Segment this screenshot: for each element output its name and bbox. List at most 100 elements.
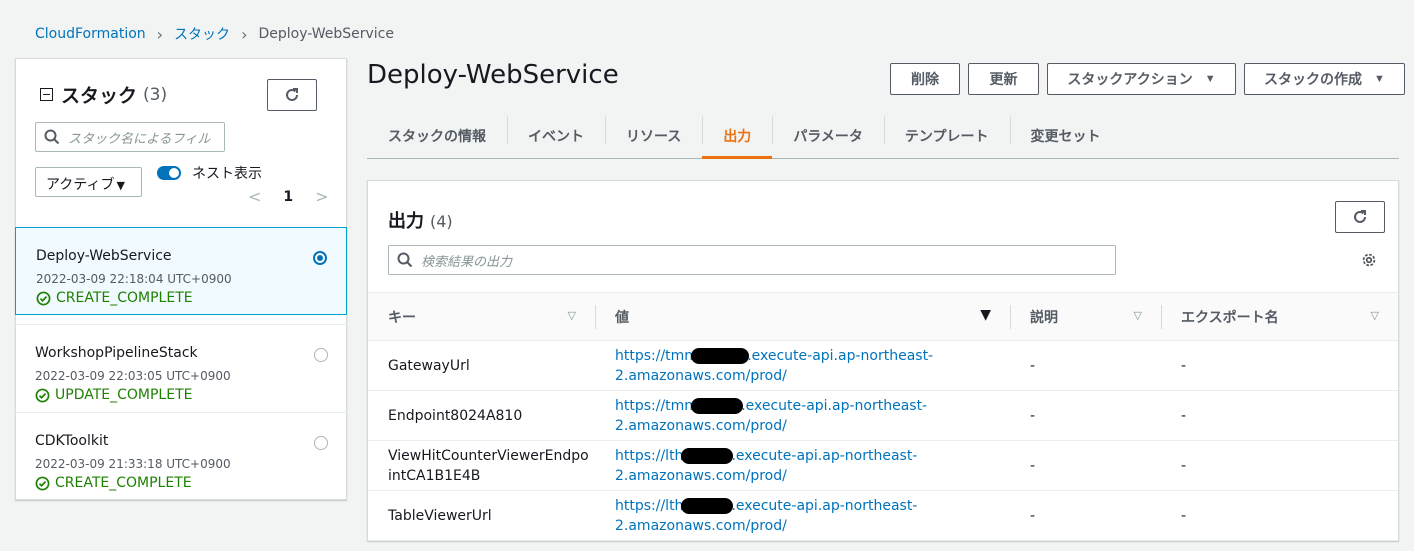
toggle-switch[interactable]: [157, 166, 181, 180]
value-prefix: https://tmn: [615, 397, 694, 414]
column-header-value[interactable]: 値 ▼: [595, 292, 1010, 341]
redaction-mark: [681, 447, 734, 464]
output-description: -: [1010, 340, 1161, 391]
stacks-panel-title: スタック: [61, 85, 138, 107]
column-header-description[interactable]: 説明 ▽: [1010, 292, 1161, 341]
table-row: GatewayUrl https://tmn .execute-api.ap-no…: [368, 340, 1398, 391]
tab-parameters[interactable]: パラメータ: [772, 113, 884, 159]
column-description-label: 説明: [1030, 309, 1058, 326]
stack-search-placeholder: スタック名によるフィル: [68, 131, 211, 147]
output-export: -: [1161, 390, 1398, 441]
value-line2: 2.amazonaws.com/prod/: [615, 417, 787, 434]
search-icon: [397, 252, 413, 268]
outputs-search-placeholder: 検索結果の出力: [421, 254, 513, 270]
stack-list-item[interactable]: CDKToolkit 2022-03-09 21:33:18 UTC+0900 …: [15, 412, 347, 500]
delete-button[interactable]: 削除: [890, 63, 960, 95]
output-value[interactable]: https://tmn .execute-api.ap-northeast- 2.a…: [595, 340, 1010, 391]
redaction-mark: [691, 347, 750, 364]
stacks-refresh-button[interactable]: [267, 79, 317, 111]
table-row: TableViewerUrl https://lth .execute-api.a…: [368, 490, 1398, 541]
tab-template[interactable]: テンプレート: [883, 113, 1010, 159]
output-value[interactable]: https://lth .execute-api.ap-northeast- 2.a…: [595, 440, 1010, 491]
stack-date: 2022-03-09 22:18:04 UTC+0900: [36, 272, 232, 286]
stack-radio-selected[interactable]: [313, 251, 327, 265]
output-key: TableViewerUrl: [368, 490, 595, 541]
chevron-left-icon[interactable]: <: [248, 187, 261, 206]
outputs-panel: 出力 (4) 検索結果の出力 キー ▽ 値 ▼ 説明 ▽ エクスポート名 ▽ Gatew…: [367, 180, 1399, 541]
table-row: ViewHitCounterViewerEndpo intCA1B1E4B htt…: [368, 440, 1398, 491]
value-prefix: https://lth: [615, 447, 684, 464]
output-export: -: [1161, 340, 1398, 391]
column-header-export[interactable]: エクスポート名 ▽: [1161, 292, 1398, 341]
stack-tabs: スタックの情報 イベント リソース 出力 パラメータ テンプレート 変更セット: [367, 113, 1399, 159]
stack-date: 2022-03-09 21:33:18 UTC+0900: [35, 457, 231, 471]
output-value[interactable]: https://tmn .execute-api.ap-northeast- 2.a…: [595, 390, 1010, 441]
value-line2: 2.amazonaws.com/prod/: [615, 517, 787, 534]
stack-radio[interactable]: [314, 348, 328, 362]
sort-icon[interactable]: ▽: [1371, 309, 1379, 322]
outputs-header: 出力 (4): [388, 207, 453, 233]
output-value[interactable]: https://lth .execute-api.ap-northeast- 2.a…: [595, 490, 1010, 541]
output-description: -: [1010, 490, 1161, 541]
column-export-label: エクスポート名: [1181, 309, 1279, 326]
breadcrumb-stacks-link[interactable]: スタック: [174, 24, 230, 44]
stack-status-text: CREATE_COMPLETE: [55, 475, 192, 491]
stack-date: 2022-03-09 22:03:05 UTC+0900: [35, 369, 231, 383]
tab-change-sets[interactable]: 変更セット: [1009, 113, 1122, 159]
chevron-right-icon: ›: [156, 24, 164, 44]
stack-list-item[interactable]: Deploy-WebService 2022-03-09 22:18:04 UT…: [15, 227, 347, 315]
value-suffix: .execute-api.ap-northeast-: [731, 497, 918, 514]
outputs-title: 出力: [388, 211, 424, 232]
value-line2: 2.amazonaws.com/prod/: [615, 467, 787, 484]
gear-icon[interactable]: [1360, 251, 1378, 269]
column-header-key[interactable]: キー ▽: [368, 292, 595, 341]
column-key-label: キー: [388, 309, 416, 326]
redaction-mark: [691, 397, 744, 414]
outputs-refresh-button[interactable]: [1335, 201, 1385, 233]
value-suffix: .execute-api.ap-northeast-: [731, 447, 918, 464]
outputs-count: (4): [430, 212, 453, 231]
sort-icon[interactable]: ▽: [568, 309, 576, 322]
stack-status: CREATE_COMPLETE: [36, 290, 346, 306]
sort-icon[interactable]: ▽: [1134, 309, 1142, 322]
outputs-table: キー ▽ 値 ▼ 説明 ▽ エクスポート名 ▽ GatewayUrl https://t…: [368, 292, 1398, 541]
stack-name: Deploy-WebService: [36, 248, 172, 264]
tab-resources[interactable]: リソース: [605, 113, 702, 159]
nested-view-toggle[interactable]: ネスト表示: [157, 163, 262, 183]
output-description: -: [1010, 440, 1161, 491]
search-icon: [44, 129, 60, 145]
chevron-right-icon[interactable]: >: [315, 187, 328, 206]
tab-outputs[interactable]: 出力: [702, 113, 773, 159]
status-filter-select[interactable]: アクティブ ▼: [35, 167, 142, 197]
update-button[interactable]: 更新: [968, 63, 1039, 95]
page-number[interactable]: 1: [283, 189, 293, 205]
output-key: GatewayUrl: [368, 340, 595, 391]
stack-actions-button[interactable]: スタックアクション ▼: [1047, 63, 1236, 95]
chevron-right-icon: ›: [241, 24, 248, 44]
stack-list-item[interactable]: WorkshopPipelineStack 2022-03-09 22:03:0…: [15, 324, 347, 412]
table-row: Endpoint8024A810 https://tmn .execute-api…: [368, 390, 1398, 441]
breadcrumb-cloudformation-link[interactable]: CloudFormation: [35, 26, 146, 42]
sort-active-icon[interactable]: ▼: [980, 307, 991, 323]
stack-name: CDKToolkit: [35, 433, 109, 449]
refresh-icon: [286, 88, 298, 101]
value-suffix: .execute-api.ap-northeast-: [747, 347, 934, 364]
outputs-search-input[interactable]: 検索結果の出力: [388, 245, 1116, 275]
column-value-label: 値: [615, 309, 629, 326]
stacks-panel: スタック (3) スタック名によるフィル アクティブ ▼ ネスト表示 < 1 > …: [15, 58, 347, 500]
stack-status-text: CREATE_COMPLETE: [56, 290, 193, 306]
output-key: Endpoint8024A810: [368, 390, 595, 441]
create-stack-button[interactable]: スタックの作成 ▼: [1244, 63, 1405, 95]
tab-events[interactable]: イベント: [507, 113, 605, 159]
stack-radio[interactable]: [314, 436, 328, 450]
pagination: < 1 >: [248, 187, 329, 206]
value-prefix: https://lth: [615, 497, 684, 514]
collapse-icon[interactable]: [40, 88, 53, 101]
tab-stack-info[interactable]: スタックの情報: [367, 113, 507, 159]
stack-search-input[interactable]: スタック名によるフィル: [35, 122, 225, 152]
stacks-count: (3): [143, 84, 168, 105]
breadcrumb: CloudFormation › スタック › Deploy-WebServic…: [35, 24, 394, 44]
output-export: -: [1161, 490, 1398, 541]
caret-down-icon: ▼: [1374, 73, 1385, 85]
nested-view-label: ネスト表示: [192, 166, 262, 182]
